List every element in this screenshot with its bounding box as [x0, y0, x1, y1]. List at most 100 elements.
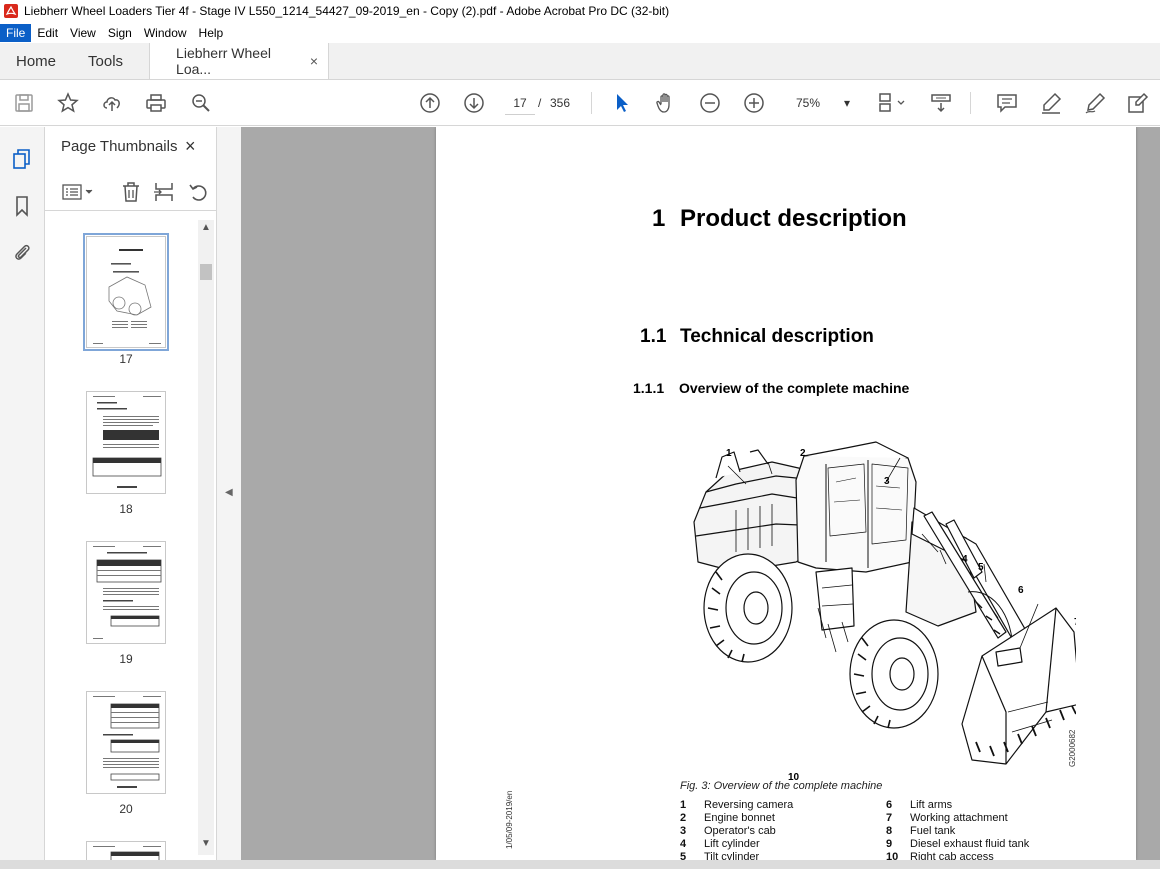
menu-file[interactable]: File	[0, 23, 32, 42]
figure-caption: Fig. 3: Overview of the complete machine	[680, 780, 883, 792]
callout-label: 7	[1074, 617, 1076, 628]
heading-3: 1.1.1 Overview of the complete machine	[633, 380, 909, 396]
zoom-out-icon[interactable]	[698, 91, 722, 115]
document-viewport[interactable]: 1 Product description 1.1 Technical descri…	[241, 127, 1160, 860]
panel-splitter[interactable]: ◀	[217, 127, 241, 860]
chevron-down-icon: ▾	[843, 96, 850, 110]
heading-2-text: Technical description	[680, 326, 874, 347]
scroll-down-icon[interactable]: ▼	[200, 838, 212, 849]
page-number-input[interactable]	[505, 91, 535, 115]
acrobat-app-icon	[4, 4, 18, 18]
page-fit-icon[interactable]	[874, 91, 908, 115]
comment-icon[interactable]	[995, 91, 1019, 115]
menu-sign[interactable]: Sign	[102, 24, 138, 42]
side-code: 1/05/09-2019/en	[505, 790, 514, 849]
title-bar: Liebherr Wheel Loaders Tier 4f - Stage I…	[0, 0, 1160, 22]
menu-help[interactable]: Help	[193, 24, 230, 42]
hand-tool-icon[interactable]	[654, 91, 678, 115]
menu-window[interactable]: Window	[138, 24, 193, 42]
tab-tools[interactable]: Tools	[72, 43, 139, 79]
navigation-rail	[0, 127, 45, 860]
legend-item: 7 Working attachment	[886, 812, 1008, 824]
menu-view[interactable]: View	[64, 24, 102, 42]
edit-pdf-icon[interactable]	[1126, 91, 1150, 115]
rotate-page-icon[interactable]	[187, 181, 209, 203]
bookmarks-icon[interactable]	[10, 194, 34, 218]
zoom-search-icon[interactable]	[189, 91, 213, 115]
zoom-level-dropdown[interactable]: 75% ▾	[790, 91, 856, 115]
total-pages: 356	[550, 96, 571, 110]
legend-item: 6 Lift arms	[886, 799, 953, 811]
bookmark-star-icon[interactable]	[56, 91, 80, 115]
thumbnail-page[interactable]	[86, 541, 166, 644]
heading-2: 1.1 Technical description	[640, 326, 874, 348]
attachments-icon[interactable]	[10, 240, 34, 264]
callout-label: 5	[978, 562, 984, 573]
heading-1-number: 1	[652, 205, 666, 232]
thumbnail-page[interactable]	[83, 233, 169, 351]
legend-item: 2 Engine bonnet	[680, 812, 775, 824]
scrolling-mode-icon[interactable]	[929, 91, 953, 115]
legend-item: 8 Fuel tank	[886, 825, 956, 837]
legend-item: 10 Right cab access	[886, 851, 994, 860]
collapse-panel-icon[interactable]: ◀	[225, 487, 233, 498]
zoom-level-value: 75%	[796, 96, 821, 110]
heading-2-number: 1.1	[640, 326, 667, 347]
callout-label: 2	[800, 448, 806, 459]
panel-title: Page Thumbnails	[61, 138, 178, 155]
close-panel-icon[interactable]: ×	[185, 136, 196, 157]
scrollbar-thumb[interactable]	[200, 264, 212, 280]
tab-document-label: Liebherr Wheel Loa...	[176, 45, 271, 77]
toolbar-divider	[591, 92, 592, 114]
zoom-in-icon[interactable]	[742, 91, 766, 115]
thumbnail-page[interactable]	[86, 691, 166, 794]
legend-item: 5 Tilt cylinder	[680, 851, 760, 860]
thumbnail-scrollbar[interactable]: ▲ ▼	[198, 220, 214, 855]
thumbnail-toolbar	[45, 173, 217, 211]
callout-label: 1	[726, 448, 732, 459]
next-page-icon[interactable]	[462, 91, 486, 115]
tab-bar: Home Tools Liebherr Wheel Loa... ×	[0, 43, 1160, 80]
highlight-pen-icon[interactable]	[1039, 91, 1063, 115]
heading-1-text: Product description	[680, 205, 907, 232]
legend-item: 1 Reversing camera	[680, 799, 794, 811]
tab-home[interactable]: Home	[0, 43, 72, 79]
save-icon[interactable]	[12, 91, 36, 115]
toolbar: / 356 75% ▾	[0, 80, 1160, 126]
heading-3-number: 1.1.1	[633, 380, 665, 396]
insert-page-icon[interactable]	[153, 181, 175, 203]
thumbnail-label: 18	[119, 502, 133, 516]
previous-page-icon[interactable]	[418, 91, 442, 115]
draw-sign-icon[interactable]	[1083, 91, 1107, 115]
window-title: Liebherr Wheel Loaders Tier 4f - Stage I…	[24, 4, 670, 18]
scroll-up-icon[interactable]: ▲	[200, 222, 212, 233]
thumbnails-panel: Page Thumbnails × 17 18 19 20 ▲ ▼	[45, 127, 217, 869]
thumbnail-page[interactable]	[86, 391, 166, 494]
thumbnail-label: 17	[119, 352, 133, 366]
heading-1: 1 Product description	[652, 205, 907, 233]
toolbar-divider	[970, 92, 971, 114]
callout-label: 6	[1018, 585, 1024, 596]
select-cursor-icon[interactable]	[610, 91, 634, 115]
pdf-page: 1 Product description 1.1 Technical descri…	[436, 127, 1136, 860]
upload-cloud-icon[interactable]	[100, 91, 124, 115]
taskbar-strip	[0, 860, 1160, 869]
legend-item: 4 Lift cylinder	[680, 838, 760, 850]
legend-item: 9 Diesel exhaust fluid tank	[886, 838, 1030, 850]
thumbnail-label: 20	[119, 802, 133, 816]
thumbnail-label: 19	[119, 652, 133, 666]
menu-edit[interactable]: Edit	[31, 24, 64, 42]
callout-label: 4	[962, 554, 968, 565]
figure-code: G2000682	[1068, 729, 1077, 767]
close-tab-icon[interactable]: ×	[310, 53, 318, 69]
print-icon[interactable]	[144, 91, 168, 115]
thumbnail-options-icon[interactable]	[60, 181, 96, 203]
page-separator: /	[538, 96, 542, 110]
page-thumbnails-icon[interactable]	[10, 147, 34, 171]
tab-document[interactable]: Liebherr Wheel Loa... ×	[149, 43, 330, 79]
delete-page-icon[interactable]	[120, 181, 142, 203]
callout-label: 3	[884, 476, 890, 487]
wheel-loader-figure: 1 2 3 4 5 6 7 8 9 10	[693, 441, 1076, 782]
legend-item: 3 Operator's cab	[680, 825, 776, 837]
menu-bar: File Edit View Sign Window Help	[0, 22, 1160, 43]
